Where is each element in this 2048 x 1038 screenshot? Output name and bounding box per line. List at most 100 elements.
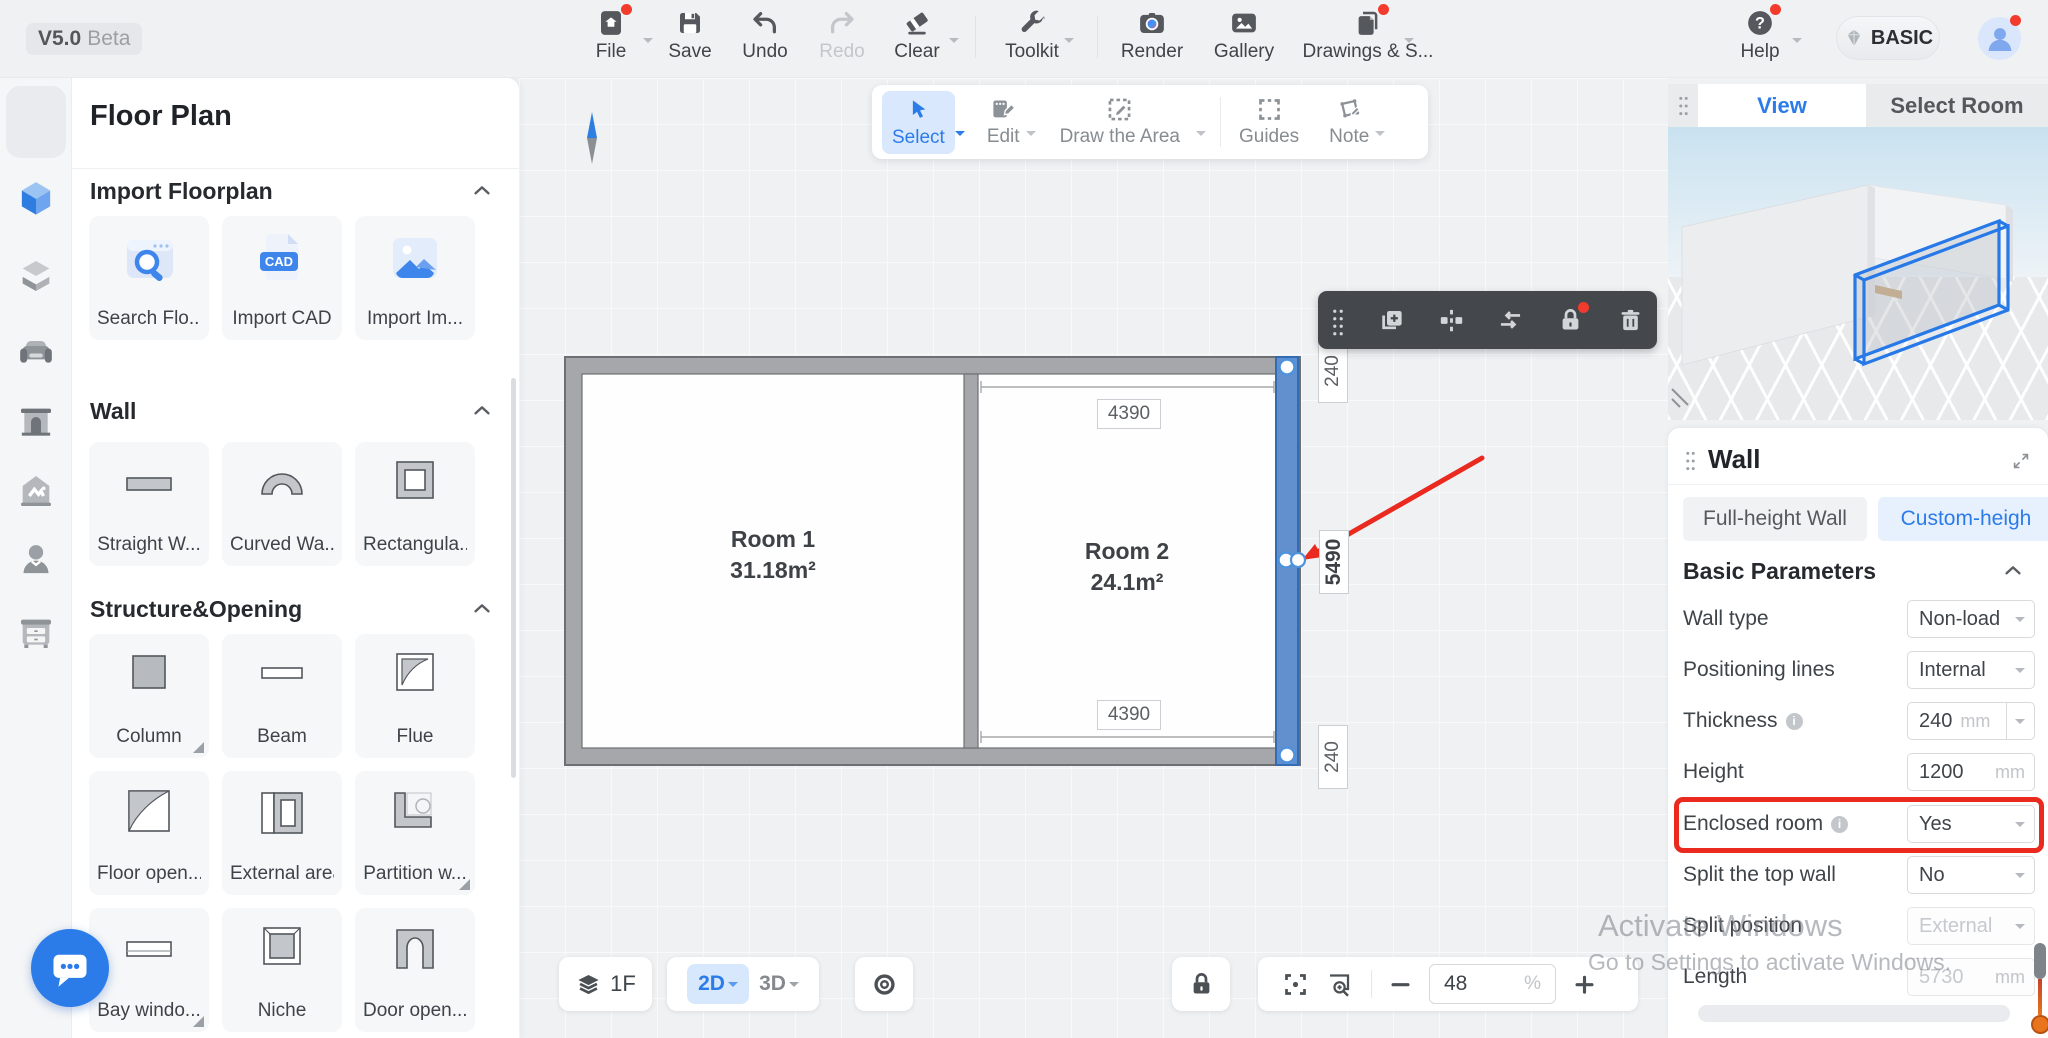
plan-badge[interactable]: BASIC (1836, 16, 1940, 60)
enclosed-room-select[interactable]: Yes (1907, 805, 2035, 843)
full-height-wall-toggle[interactable]: Full-height Wall (1683, 497, 1867, 541)
split-top-select[interactable]: No (1907, 856, 2035, 894)
chevron-up-icon[interactable] (471, 180, 493, 202)
card-import-image[interactable]: Import Im... (355, 216, 475, 340)
tab-select-room[interactable]: Select Room (1866, 84, 2048, 127)
scrollbar-thumb[interactable] (2034, 943, 2046, 979)
toolkit-button[interactable]: Toolkit (994, 8, 1070, 63)
sidebar-item-construction[interactable] (16, 401, 56, 441)
note-tool-button[interactable]: Note (1323, 96, 1375, 148)
thickness-select[interactable]: 240 mm (1907, 702, 2035, 740)
dimension-wall-length[interactable]: 5490 (1319, 530, 1349, 594)
split-position-select[interactable]: External (1907, 907, 2035, 945)
dimension-top-width[interactable]: 4390 (1097, 399, 1161, 429)
card-search-floorplan[interactable]: Search Flo... (89, 216, 209, 340)
floor-selector-button[interactable]: 1F (559, 957, 652, 1011)
custom-height-wall-toggle[interactable]: Custom-heigh (1878, 497, 2048, 541)
wall-handle-middle-outer[interactable] (1291, 553, 1305, 567)
wall-handle-top[interactable] (1280, 360, 1295, 375)
draw-area-tool-button[interactable]: Draw the Area (1054, 96, 1186, 148)
undo-button[interactable]: Undo (727, 8, 803, 63)
wall-type-select[interactable]: Non-load (1907, 600, 2035, 638)
flip-icon[interactable] (1497, 307, 1524, 334)
zoom-area-icon[interactable] (1324, 971, 1356, 998)
lock-icon[interactable] (1557, 307, 1584, 334)
render-button[interactable]: Render (1114, 8, 1190, 63)
dimension-bottom-width[interactable]: 4390 (1097, 700, 1161, 730)
sidebar-item-furniture[interactable] (16, 331, 56, 371)
scrollbar-knob[interactable] (2031, 1015, 2048, 1034)
expand-icon[interactable] (2010, 450, 2032, 472)
card-column[interactable]: Column (89, 634, 209, 758)
card-curved-wall[interactable]: Curved Wa... (222, 442, 342, 566)
save-button[interactable]: Save (652, 8, 728, 63)
card-flue[interactable]: Flue (355, 634, 475, 758)
select-tool-button[interactable]: Select (882, 91, 955, 154)
section-structure-opening: Structure&Opening (90, 596, 302, 623)
split-wall-icon[interactable] (1438, 307, 1465, 334)
panel-scrollbar[interactable] (511, 378, 516, 778)
drag-dots-icon[interactable] (1684, 450, 1697, 472)
nightstand-icon (16, 613, 56, 653)
thickness-unit: mm (1960, 711, 1990, 732)
chevron-down-icon[interactable] (1375, 131, 1385, 141)
wall-handle-bottom[interactable] (1280, 748, 1295, 763)
duplicate-icon[interactable] (1378, 307, 1405, 334)
zoom-in-icon[interactable] (1571, 971, 1598, 998)
visibility-button[interactable] (855, 957, 913, 1011)
height-input[interactable]: 1200 mm (1907, 753, 2035, 791)
mode-3d-button[interactable]: 3D (759, 972, 799, 996)
divider-wall[interactable] (964, 374, 978, 748)
chevron-up-icon[interactable] (471, 598, 493, 620)
zoom-out-icon[interactable] (1387, 971, 1414, 998)
card-rectangular-wall[interactable]: Rectangula... (355, 442, 475, 566)
sidebar-item-tiles[interactable] (16, 256, 56, 296)
chevron-down-icon[interactable] (1196, 131, 1206, 141)
file-button[interactable]: File (573, 8, 649, 63)
horizontal-scrollbar[interactable] (1698, 1005, 2010, 1022)
help-button[interactable]: ? Help (1722, 8, 1798, 63)
sidebar-item-account[interactable] (16, 539, 56, 579)
card-niche[interactable]: Niche (222, 908, 342, 1032)
wall-properties-panel: Wall Full-height Wall Custom-heigh Basic… (1668, 428, 2048, 1038)
card-beam[interactable]: Beam (222, 634, 342, 758)
mode-2d-button[interactable]: 2D (687, 964, 749, 1004)
zoom-level-input[interactable]: 48 % (1429, 964, 1556, 1004)
page-scrollbar[interactable] (2031, 943, 2048, 1034)
sidebar-item-ai-design[interactable] (16, 471, 56, 511)
positioning-select[interactable]: Internal (1907, 651, 2035, 689)
card-import-cad[interactable]: CAD Import CAD (222, 216, 342, 340)
layers-icon (575, 971, 602, 998)
clear-button[interactable]: Clear (879, 8, 955, 63)
panel-drag-handle[interactable] (1668, 84, 1698, 127)
guides-tool-button[interactable]: Guides (1233, 96, 1305, 148)
card-partition-wall[interactable]: Partition w... (355, 771, 475, 895)
chevron-down-icon[interactable] (1026, 131, 1036, 141)
length-input[interactable]: 5730 mm (1907, 958, 2035, 996)
sidebar-item-floorplan[interactable] (16, 178, 56, 218)
tab-view[interactable]: View (1698, 84, 1866, 127)
divider (1371, 970, 1372, 998)
edit-tool-button[interactable]: Edit (981, 96, 1026, 148)
chevron-down-icon[interactable] (955, 131, 965, 141)
card-door-opening[interactable]: Door open... (355, 908, 475, 1032)
trash-icon[interactable] (1617, 307, 1644, 334)
avatar[interactable] (1978, 17, 2021, 60)
card-floor-opening[interactable]: Floor open... (89, 771, 209, 895)
height-value: 1200 (1919, 761, 1964, 784)
fit-screen-icon[interactable] (1282, 971, 1309, 998)
chevron-up-icon[interactable] (471, 400, 493, 422)
chevron-up-icon[interactable] (2002, 560, 2024, 582)
sidebar-item-storage[interactable] (16, 613, 56, 653)
canvas-lock-button[interactable] (1172, 957, 1230, 1011)
card-straight-wall[interactable]: Straight W... (89, 442, 209, 566)
redo-button[interactable]: Redo (804, 8, 880, 63)
drawings-button[interactable]: Drawings & S... (1308, 8, 1428, 63)
drag-handle-icon[interactable] (1331, 307, 1345, 334)
dimension-thickness-bottom[interactable]: 240 (1318, 725, 1348, 789)
3d-preview[interactable] (1668, 127, 2048, 420)
support-chat-button[interactable] (31, 929, 109, 1007)
chevron-down-icon (949, 38, 959, 48)
card-external-area[interactable]: External area (222, 771, 342, 895)
gallery-button[interactable]: Gallery (1206, 8, 1282, 63)
